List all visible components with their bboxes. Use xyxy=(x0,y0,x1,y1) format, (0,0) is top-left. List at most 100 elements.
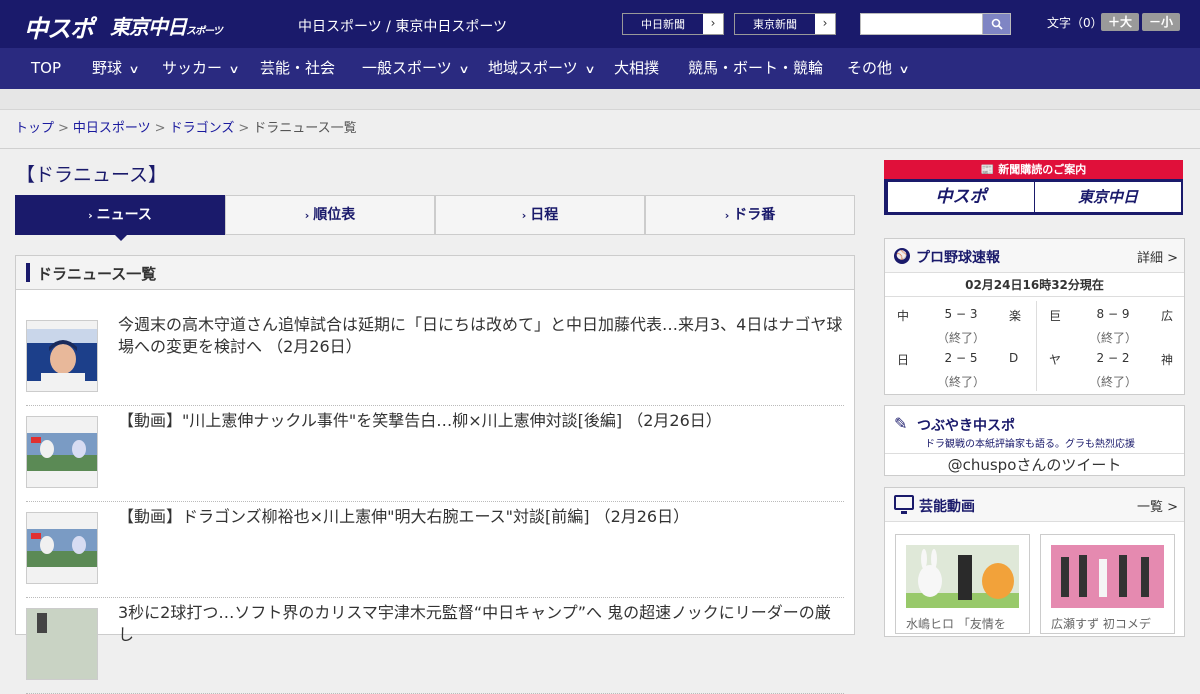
news-item[interactable]: 3秒に2球打つ…ソフト界のカリスマ宇津木元監督“中日キャンプ”へ 鬼の超速ノック… xyxy=(26,598,844,694)
news-item[interactable]: 【動画】ドラゴンズ柳裕也×川上憲伸"明大右腕エース"対談[前編] （2月26日） xyxy=(26,502,844,598)
chevron-right-icon: › xyxy=(724,209,730,222)
chunichi-shimbun-label: 中日新聞 xyxy=(623,14,703,34)
game-status: （終了） xyxy=(1088,375,1137,389)
site-title-link[interactable]: 中日スポーツ / 東京中日スポーツ xyxy=(298,16,507,36)
chuspo-logo[interactable]: 中スポ xyxy=(24,9,94,44)
tokyo-shimbun-button[interactable]: 東京新聞 › xyxy=(734,13,836,35)
tab-news[interactable]: › ニュース xyxy=(15,195,225,241)
breadcrumb-chuspo[interactable]: 中日スポーツ xyxy=(73,121,151,136)
chunichi-shimbun-button[interactable]: 中日新聞 › xyxy=(622,13,724,35)
nav-label: 大相撲 xyxy=(614,59,660,77)
entertainment-video-box: 芸能動画 一覧 > 水嶋ヒロ 「友情を 広瀬すず 初コメデ xyxy=(884,487,1185,637)
breadcrumb-top[interactable]: トップ xyxy=(15,121,54,136)
subscription-banner[interactable]: 📰 新聞購読のご案内 中スポ 東京中日 xyxy=(884,160,1183,215)
nav-label: TOP xyxy=(31,59,62,77)
chevron-down-icon: ∨ xyxy=(128,63,140,76)
nav-item-entertainment[interactable]: 芸能・社会 xyxy=(260,48,335,89)
chuspo-logo: 中スポ xyxy=(888,182,1034,212)
tab-label: ニュース xyxy=(96,207,152,223)
tab-drabann[interactable]: › ドラ番 xyxy=(645,195,855,235)
news-item[interactable]: 【動画】"川上憲伸ナックル事件"を笑撃告白…柳×川上憲伸対談[後編] （2月26… xyxy=(26,406,844,502)
news-item[interactable]: 今週末の高木守道さん追悼試合は延期に「日にちは改めて」と中日加藤代表…来月3、4… xyxy=(26,310,844,406)
breadcrumb-separator: > xyxy=(238,121,250,136)
nav-label: 芸能・社会 xyxy=(260,59,336,77)
tab-label: 日程 xyxy=(530,207,559,223)
font-size-small-button[interactable]: －小 xyxy=(1142,13,1180,31)
chevron-down-icon: ∨ xyxy=(458,63,470,76)
nav-item-sumo[interactable]: 大相撲 xyxy=(614,48,659,89)
tokyo-logo-text: 東京中日 xyxy=(110,15,187,39)
nav-item-local-sports[interactable]: 地域スポーツ ∨ xyxy=(488,48,595,89)
main-nav: TOP 野球 ∨ サッカー ∨ 芸能・社会 一般スポーツ ∨ 地域スポーツ ∨ 大相撲 … xyxy=(0,48,1200,89)
tokyo-logo-small: スポーツ xyxy=(186,26,223,37)
nav-item-baseball[interactable]: 野球 ∨ xyxy=(92,48,140,89)
score: 2 − 5 xyxy=(944,351,978,365)
game-score[interactable]: 中 5 − 3 楽 （終了） xyxy=(885,299,1035,345)
tokyo-chunichi-logo[interactable]: 東京中日スポーツ xyxy=(110,11,223,40)
video-card[interactable]: 広瀬すず 初コメデ xyxy=(1040,534,1175,634)
chevron-down-icon: ∨ xyxy=(898,63,910,76)
home-team: 日 xyxy=(897,353,910,367)
score: 8 − 9 xyxy=(1096,307,1130,321)
nav-label: サッカー xyxy=(162,59,223,77)
video-title: 芸能動画 xyxy=(919,499,975,515)
tab-schedule[interactable]: › 日程 xyxy=(435,195,645,235)
game-score[interactable]: ヤ 2 − 2 神 （終了） xyxy=(1037,343,1187,389)
game-score[interactable]: 日 2 − 5 D （終了） xyxy=(885,343,1035,389)
video-card[interactable]: 水嶋ヒロ 「友情を xyxy=(895,534,1030,634)
search-button[interactable] xyxy=(982,13,1011,35)
tokyo-chunichi-logo: 東京中日 xyxy=(1035,182,1181,212)
video-caption: 広瀬すず 初コメデ xyxy=(1051,617,1151,631)
breadcrumb-dragons[interactable]: ドラゴンズ xyxy=(170,121,235,136)
tweet-title: つぶやき中スポ xyxy=(917,418,1015,434)
font-size-large-button[interactable]: ＋大 xyxy=(1101,13,1139,31)
news-list-panel: ドラニュース一覧 今週末の高木守道さん追悼試合は延期に「日にちは改めて」と中日加… xyxy=(15,255,855,694)
game-score[interactable]: 巨 8 − 9 広 （終了） xyxy=(1037,299,1187,345)
chevron-right-icon: › xyxy=(815,14,835,34)
tv-icon xyxy=(894,495,914,514)
baseball-icon: ⚾ xyxy=(894,248,910,264)
news-list-header: ドラニュース一覧 xyxy=(16,256,854,290)
search-input[interactable] xyxy=(860,13,984,35)
home-team: 巨 xyxy=(1049,309,1062,323)
pen-icon: ✎ xyxy=(894,414,908,433)
news-headline: 【動画】ドラゴンズ柳裕也×川上憲伸"明大右腕エース"対談[前編] （2月26日） xyxy=(118,507,690,526)
home-team: 中 xyxy=(897,309,910,323)
site-header: 中スポ 東京中日スポーツ 中日スポーツ / 東京中日スポーツ 中日新聞 › 東京… xyxy=(0,0,1200,48)
chevron-right-icon: › xyxy=(703,14,723,34)
score: 2 − 2 xyxy=(1096,351,1130,365)
sub-bar xyxy=(0,89,1200,110)
nav-item-other[interactable]: その他 ∨ xyxy=(847,48,910,89)
chevron-right-icon: › xyxy=(521,209,527,222)
video-list-link[interactable]: 一覧 > xyxy=(1137,496,1178,515)
nav-item-general-sports[interactable]: 一般スポーツ ∨ xyxy=(362,48,470,89)
tab-label: 順位表 xyxy=(313,207,356,223)
baseball-scores-title: プロ野球速報 xyxy=(916,250,1000,266)
nav-label: 競馬・ボート・競輪 xyxy=(688,59,824,77)
nav-item-keiba[interactable]: 競馬・ボート・競輪 xyxy=(688,48,823,89)
breadcrumb-separator: > xyxy=(58,121,69,136)
search-icon xyxy=(991,18,1003,30)
page-title: 【ドラニュース】 xyxy=(16,164,168,186)
news-headline: 3秒に2球打つ…ソフト界のカリスマ宇津木元監督“中日キャンプ”へ 鬼の超速ノック… xyxy=(118,603,831,644)
video-thumbnail xyxy=(906,545,1019,608)
twitter-link[interactable]: @chuspoさんのツイート xyxy=(885,454,1184,476)
tweet-subtitle: ドラ観戦の本紙評論家も語る。グラも熱烈応援 xyxy=(925,439,1135,450)
subscription-banner-title: 📰 新聞購読のご案内 xyxy=(884,160,1183,179)
tweet-header: ✎ つぶやき中スポ ドラ観戦の本紙評論家も語る。グラも熱烈応援 xyxy=(885,406,1184,454)
news-list-title: ドラニュース一覧 xyxy=(37,265,157,283)
baseball-scores-box: ⚾ プロ野球速報 詳細 > 02月24日16時32分現在 中 5 − 3 楽 （… xyxy=(884,238,1185,395)
nav-label: その他 xyxy=(847,59,893,77)
news-thumbnail xyxy=(26,416,98,488)
home-team: ヤ xyxy=(1049,353,1062,367)
nav-item-soccer[interactable]: サッカー ∨ xyxy=(162,48,240,89)
video-thumbnail xyxy=(1051,545,1164,608)
away-team: 神 xyxy=(1161,353,1174,367)
tab-standings[interactable]: › 順位表 xyxy=(225,195,435,235)
newspaper-icon: 📰 xyxy=(980,163,995,176)
font-size-label: 文字（0） xyxy=(1047,16,1103,30)
subscription-title-text: 新聞購読のご案内 xyxy=(998,163,1087,176)
baseball-details-link[interactable]: 詳細 > xyxy=(1137,247,1178,266)
nav-item-top[interactable]: TOP xyxy=(31,48,61,89)
video-header: 芸能動画 一覧 > xyxy=(885,488,1184,522)
